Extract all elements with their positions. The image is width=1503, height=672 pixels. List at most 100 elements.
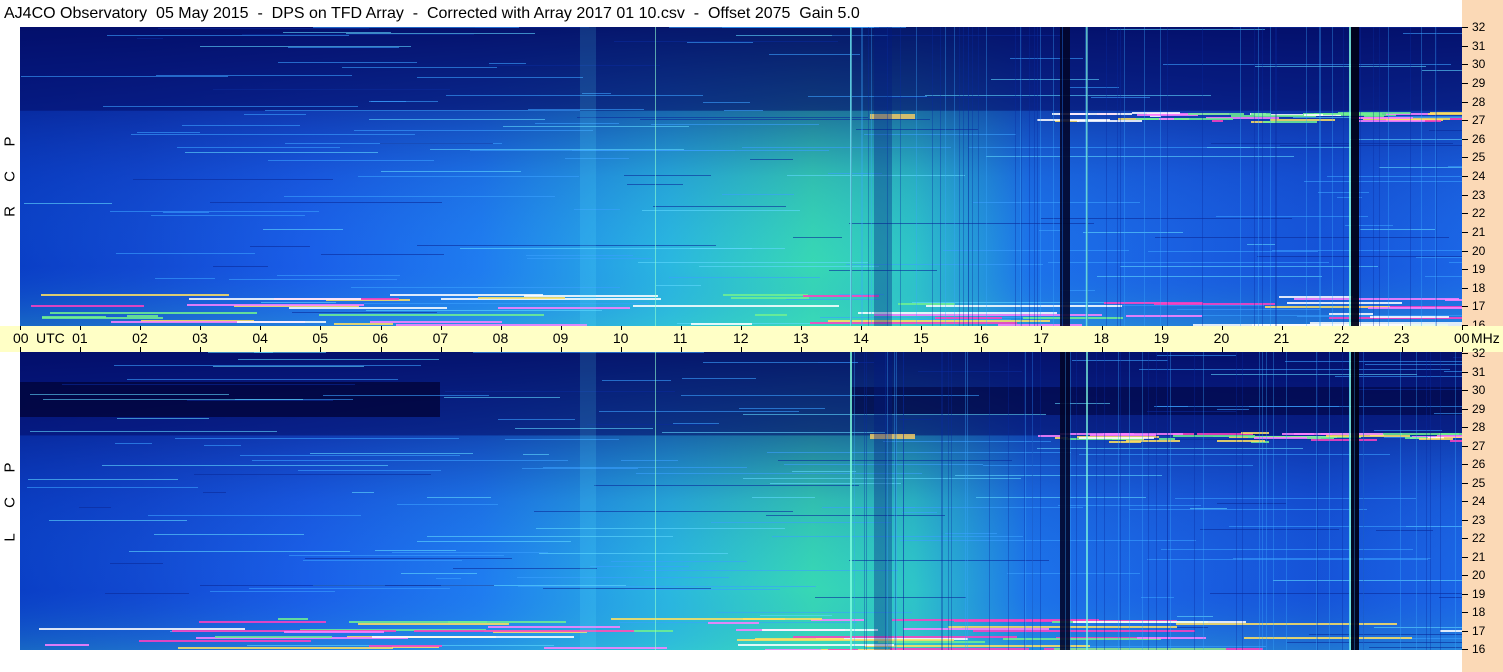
time-tick-label: 06 [372, 330, 389, 346]
rcp-freq-tick [1462, 306, 1468, 308]
time-tick-top [801, 326, 803, 330]
rcp-freq-tick-label: 27 [1472, 113, 1486, 128]
time-tick-label: 12 [733, 330, 749, 346]
rcp-frequency-axis: 32 31 30 29 28 27 26 25 24 23 22 21 20 19 18 17 16 [1462, 0, 1503, 331]
rcp-freq-tick-label: 28 [1472, 94, 1486, 109]
time-axis-bar: UTC MHz 00 01 02 03 04 05 06 07 08 09 10 11 12 13 14 15… [0, 326, 1503, 352]
time-tick-top [861, 326, 863, 330]
time-tick-label: 20 [1213, 330, 1230, 346]
rcp-freq-tick-label: 32 [1472, 20, 1486, 34]
rcp-letter-c: C [1, 171, 19, 182]
lcp-freq-tick-label: 29 [1472, 401, 1486, 416]
lcp-freq-tick-label: 25 [1472, 475, 1486, 490]
lcp-freq-tick [1462, 427, 1468, 428]
time-tick-top [380, 326, 382, 330]
time-tick-top [1101, 326, 1103, 330]
lcp-spectrogram[interactable] [20, 352, 1462, 650]
rcp-freq-tick [1462, 120, 1468, 122]
lcp-freq-tick-label: 32 [1472, 346, 1486, 360]
time-tick-top [500, 326, 502, 330]
time-tick-label: 17 [1033, 330, 1049, 346]
lcp-freq-tick-label: 28 [1472, 420, 1486, 434]
time-tick-label: 00 [13, 330, 29, 346]
lcp-freq-tick-label: 22 [1472, 531, 1486, 545]
time-tick-label: 09 [552, 330, 569, 346]
time-tick-label: 07 [432, 330, 449, 346]
rcp-freq-tick [1462, 231, 1468, 233]
rcp-freq-tick-label: 26 [1472, 131, 1486, 146]
lcp-freq-tick-label: 18 [1472, 605, 1486, 619]
rcp-panel-label: P C R [0, 27, 20, 326]
rcp-freq-tick [1462, 101, 1468, 103]
rcp-letter-r: R [1, 206, 19, 217]
lcp-freq-tick [1462, 482, 1468, 484]
time-tick-label: 10 [612, 330, 629, 346]
lcp-freq-tick-label: 31 [1472, 364, 1486, 379]
lcp-freq-tick [1462, 538, 1468, 539]
lcp-freq-tick-label: 21 [1472, 549, 1486, 564]
lcp-letter-c: C [1, 497, 19, 508]
lcp-letter-l: L [1, 533, 19, 542]
rcp-freq-tick [1462, 157, 1468, 159]
rcp-spectrogram-canvas [20, 27, 1462, 326]
rcp-freq-tick [1462, 176, 1468, 177]
rcp-freq-tick [1462, 27, 1468, 28]
time-tick-top [1462, 326, 1463, 330]
lcp-freq-tick [1462, 649, 1468, 650]
time-tick-top [260, 326, 262, 330]
time-tick-top [620, 326, 622, 330]
lcp-freq-tick-label: 23 [1472, 512, 1486, 527]
time-tick-label: 11 [672, 330, 688, 346]
time-tick-label: 18 [1093, 330, 1110, 346]
bottom-white-margin [0, 650, 1462, 672]
time-tick-top [1221, 326, 1223, 330]
time-tick-label: 05 [312, 330, 328, 346]
lcp-freq-tick [1462, 630, 1468, 632]
rcp-freq-tick [1462, 250, 1468, 252]
time-tick-top [440, 326, 442, 330]
time-tick-top [1041, 326, 1043, 330]
rcp-letter-p: P [1, 136, 19, 147]
rcp-freq-tick [1462, 287, 1468, 289]
lcp-freq-tick [1462, 556, 1468, 558]
time-tick-top [981, 326, 983, 330]
lcp-spectrogram-canvas [20, 352, 1462, 650]
rcp-freq-tick-label: 29 [1472, 75, 1486, 90]
rcp-freq-tick [1462, 45, 1468, 47]
time-tick-label: 22 [1333, 330, 1350, 346]
utc-label: UTC [36, 330, 65, 346]
rcp-freq-tick-label: 20 [1472, 243, 1486, 258]
time-tick-label: 13 [793, 330, 809, 346]
rcp-freq-tick [1462, 82, 1468, 84]
lcp-frequency-axis: 32 31 30 29 28 27 26 25 24 23 22 21 20 19 18 17 16 [1462, 347, 1503, 672]
lcp-freq-tick-label: 16 [1472, 642, 1486, 656]
lcp-freq-tick [1462, 408, 1468, 410]
time-tick-label: 04 [252, 330, 268, 346]
time-tick-top [560, 326, 562, 330]
lcp-freq-tick [1462, 612, 1468, 613]
rcp-freq-tick [1462, 64, 1468, 66]
time-tick-top [1281, 326, 1283, 330]
time-tick-top [1401, 326, 1403, 330]
lcp-freq-tick-label: 24 [1472, 494, 1486, 508]
rcp-spectrogram[interactable] [20, 27, 1462, 326]
lcp-letter-p: P [1, 462, 19, 473]
lcp-freq-tick-label: 26 [1472, 457, 1486, 471]
rcp-freq-tick [1462, 138, 1468, 140]
rcp-freq-tick-label: 25 [1472, 150, 1486, 165]
window-title: AJ4CO Observatory 05 May 2015 - DPS on T… [0, 0, 1462, 27]
lcp-freq-tick [1462, 464, 1468, 465]
lcp-freq-tick [1462, 501, 1468, 502]
time-tick-label: 15 [913, 330, 929, 346]
time-tick-label: 21 [1273, 330, 1290, 346]
lcp-freq-tick [1462, 519, 1468, 521]
time-tick-label: 16 [973, 330, 989, 346]
rcp-freq-tick-label: 31 [1472, 38, 1486, 53]
time-tick-top [921, 326, 923, 330]
lcp-freq-tick-label: 19 [1472, 586, 1486, 601]
time-tick-label: 00 [1454, 330, 1470, 346]
time-tick-top [140, 326, 142, 330]
time-tick-label: 19 [1153, 330, 1170, 346]
lcp-freq-tick [1462, 445, 1468, 447]
time-tick-label: 03 [192, 330, 208, 346]
